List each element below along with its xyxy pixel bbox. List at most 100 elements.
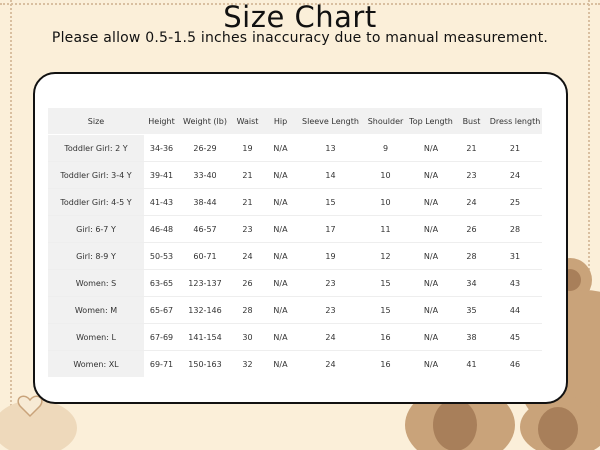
- column-header: Bust: [455, 108, 488, 135]
- table-cell: 34-36: [144, 134, 179, 162]
- table-cell: 25: [488, 188, 542, 216]
- table-cell: 44: [488, 296, 542, 324]
- table-cell: 28: [455, 242, 488, 270]
- page-subtitle: Please allow 0.5-1.5 inches inaccuracy d…: [51, 30, 549, 46]
- table-cell: 43: [488, 269, 542, 297]
- column-header: Size: [48, 108, 144, 135]
- table-cell: 41-43: [144, 188, 179, 216]
- table-cell: 17: [297, 215, 364, 243]
- table-cell: 123-137: [179, 269, 231, 297]
- column-header: Height: [144, 108, 179, 135]
- table-cell: 26: [455, 215, 488, 243]
- size-label-cell: Toddler Girl: 3-4 Y: [48, 161, 144, 189]
- table-cell: 31: [488, 242, 542, 270]
- table-cell: N/A: [264, 323, 297, 351]
- table-cell: 21: [231, 161, 264, 189]
- table-row: Women: S 63-65 123-137 26 N/A 23 15 N/A 34 43: [48, 269, 542, 297]
- table-header-row: Size Height Weight (lb) Waist Hip Sleeve…: [48, 108, 542, 135]
- size-table: Size Height Weight (lb) Waist Hip Sleeve…: [48, 108, 542, 377]
- table-cell: 10: [364, 161, 407, 189]
- table-cell: N/A: [407, 323, 455, 351]
- table-row: Girl: 6-7 Y 46-48 46-57 23 N/A 17 11 N/A 26 28: [48, 215, 542, 243]
- table-cell: 24: [297, 350, 364, 377]
- column-header: Waist: [231, 108, 264, 135]
- table-cell: 16: [364, 350, 407, 377]
- table-cell: N/A: [264, 215, 297, 243]
- table-cell: 23: [455, 161, 488, 189]
- table-cell: 19: [231, 134, 264, 162]
- table-cell: N/A: [407, 350, 455, 377]
- column-header: Hip: [264, 108, 297, 135]
- size-label-cell: Toddler Girl: 2 Y: [48, 134, 144, 162]
- table-cell: N/A: [264, 188, 297, 216]
- table-cell: N/A: [407, 269, 455, 297]
- table-cell: N/A: [264, 134, 297, 162]
- table-cell: 60-71: [179, 242, 231, 270]
- table-cell: 41: [455, 350, 488, 377]
- table-cell: 65-67: [144, 296, 179, 324]
- table-cell: 24: [231, 242, 264, 270]
- column-header: Dress length: [488, 108, 542, 135]
- table-cell: 10: [364, 188, 407, 216]
- table-cell: 24: [488, 161, 542, 189]
- size-chart-card: Size Height Weight (lb) Waist Hip Sleeve…: [33, 72, 568, 404]
- table-cell: N/A: [264, 296, 297, 324]
- size-label-cell: Toddler Girl: 4-5 Y: [48, 188, 144, 216]
- table-cell: N/A: [264, 350, 297, 377]
- table-cell: 46-57: [179, 215, 231, 243]
- column-header: Top Length: [407, 108, 455, 135]
- table-cell: 23: [297, 269, 364, 297]
- column-header: Shoulder: [364, 108, 407, 135]
- table-cell: N/A: [407, 242, 455, 270]
- table-cell: 45: [488, 323, 542, 351]
- table-cell: N/A: [407, 188, 455, 216]
- table-cell: 34: [455, 269, 488, 297]
- table-cell: 67-69: [144, 323, 179, 351]
- table-cell: 24: [297, 323, 364, 351]
- table-cell: N/A: [264, 161, 297, 189]
- table-cell: 9: [364, 134, 407, 162]
- size-label-cell: Women: XL: [48, 350, 144, 377]
- table-cell: 23: [231, 215, 264, 243]
- table-cell: 141-154: [179, 323, 231, 351]
- table-cell: N/A: [407, 161, 455, 189]
- table-cell: 15: [364, 269, 407, 297]
- table-cell: 30: [231, 323, 264, 351]
- table-cell: 39-41: [144, 161, 179, 189]
- table-cell: 13: [297, 134, 364, 162]
- table-cell: 132-146: [179, 296, 231, 324]
- table-cell: 15: [297, 188, 364, 216]
- table-cell: 26: [231, 269, 264, 297]
- table-row: Women: M 65-67 132-146 28 N/A 23 15 N/A 35 44: [48, 296, 542, 324]
- table-cell: 33-40: [179, 161, 231, 189]
- table-row: Toddler Girl: 4-5 Y 41-43 38-44 21 N/A 15 10 N/…: [48, 188, 542, 216]
- table-row: Women: XL 69-71 150-163 32 N/A 24 16 N/A 41 46: [48, 350, 542, 377]
- size-label-cell: Women: L: [48, 323, 144, 351]
- page-title: Size Chart: [223, 0, 377, 34]
- table-cell: 14: [297, 161, 364, 189]
- table-cell: 46: [488, 350, 542, 377]
- table-row: Girl: 8-9 Y 50-53 60-71 24 N/A 19 12 N/A 28 31: [48, 242, 542, 270]
- table-cell: 35: [455, 296, 488, 324]
- table-cell: N/A: [407, 134, 455, 162]
- table-row: Toddler Girl: 3-4 Y 39-41 33-40 21 N/A 14 10 N/…: [48, 161, 542, 189]
- table-cell: 15: [364, 296, 407, 324]
- table-cell: 38: [455, 323, 488, 351]
- table-cell: 46-48: [144, 215, 179, 243]
- table-cell: 69-71: [144, 350, 179, 377]
- column-header: Weight (lb): [179, 108, 231, 135]
- table-cell: N/A: [407, 215, 455, 243]
- size-label-cell: Women: M: [48, 296, 144, 324]
- table-cell: N/A: [264, 269, 297, 297]
- table-row: Women: L 67-69 141-154 30 N/A 24 16 N/A 38 45: [48, 323, 542, 351]
- table-cell: N/A: [264, 242, 297, 270]
- table-cell: 11: [364, 215, 407, 243]
- table-cell: 24: [455, 188, 488, 216]
- table-cell: 16: [364, 323, 407, 351]
- table-cell: 19: [297, 242, 364, 270]
- table-cell: N/A: [407, 296, 455, 324]
- table-cell: 50-53: [144, 242, 179, 270]
- table-cell: 26-29: [179, 134, 231, 162]
- table-cell: 21: [231, 188, 264, 216]
- table-cell: 23: [297, 296, 364, 324]
